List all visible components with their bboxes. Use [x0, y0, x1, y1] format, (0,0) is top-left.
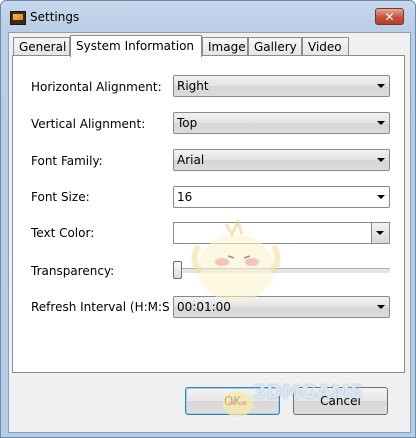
- tab-image[interactable]: Image: [202, 37, 248, 55]
- font-size-label: Font Size:: [31, 190, 90, 204]
- text-color-label: Text Color:: [31, 226, 95, 240]
- font-size-combobox[interactable]: 16: [173, 186, 390, 208]
- font-size-value: 16: [177, 190, 193, 204]
- chevron-down-icon: [377, 121, 385, 125]
- tab-system-information[interactable]: System Information: [70, 35, 202, 57]
- system-information-panel: Horizontal Alignment: Right Vertical Ali…: [12, 55, 405, 373]
- refresh-interval-dropdown[interactable]: 00:01:00: [173, 296, 390, 318]
- horizontal-alignment-value: Right: [177, 79, 209, 93]
- chevron-down-icon[interactable]: [371, 223, 389, 243]
- chevron-down-icon: [377, 158, 385, 162]
- window-title: Settings: [30, 10, 80, 24]
- transparency-slider-thumb[interactable]: [173, 261, 182, 279]
- refresh-interval-label: Refresh Interval (H:M:S: [31, 300, 170, 314]
- chevron-down-icon: [377, 305, 385, 309]
- close-button[interactable]: ✕: [375, 8, 404, 25]
- vertical-alignment-value: Top: [177, 116, 198, 130]
- tab-general[interactable]: General: [13, 37, 70, 55]
- tab-gallery[interactable]: Gallery: [248, 37, 302, 55]
- horizontal-alignment-label: Horizontal Alignment:: [31, 80, 162, 94]
- settings-app-icon: [10, 11, 26, 25]
- watermark-text: 3DMGAME: [253, 381, 364, 403]
- vertical-alignment-dropdown[interactable]: Top: [173, 112, 390, 134]
- chevron-down-icon: [377, 84, 385, 88]
- font-family-label: Font Family:: [31, 154, 103, 168]
- title-bar: Settings ✕: [1, 1, 415, 31]
- font-family-dropdown[interactable]: Arial: [173, 149, 390, 171]
- font-family-value: Arial: [177, 153, 205, 167]
- vertical-alignment-label: Vertical Alignment:: [31, 117, 146, 131]
- horizontal-alignment-dropdown[interactable]: Right: [173, 75, 390, 97]
- transparency-label: Transparency:: [31, 264, 115, 278]
- text-color-picker[interactable]: [173, 222, 390, 244]
- refresh-interval-value: 00:01:00: [177, 300, 231, 314]
- settings-window: Settings ✕ General System Information Im…: [0, 0, 416, 438]
- chevron-down-icon: [377, 195, 385, 199]
- tab-video[interactable]: Video: [302, 37, 349, 55]
- close-icon: ✕: [384, 10, 395, 24]
- transparency-slider-track[interactable]: [173, 268, 390, 274]
- dialog-client: General System Information Image Gallery…: [8, 32, 411, 433]
